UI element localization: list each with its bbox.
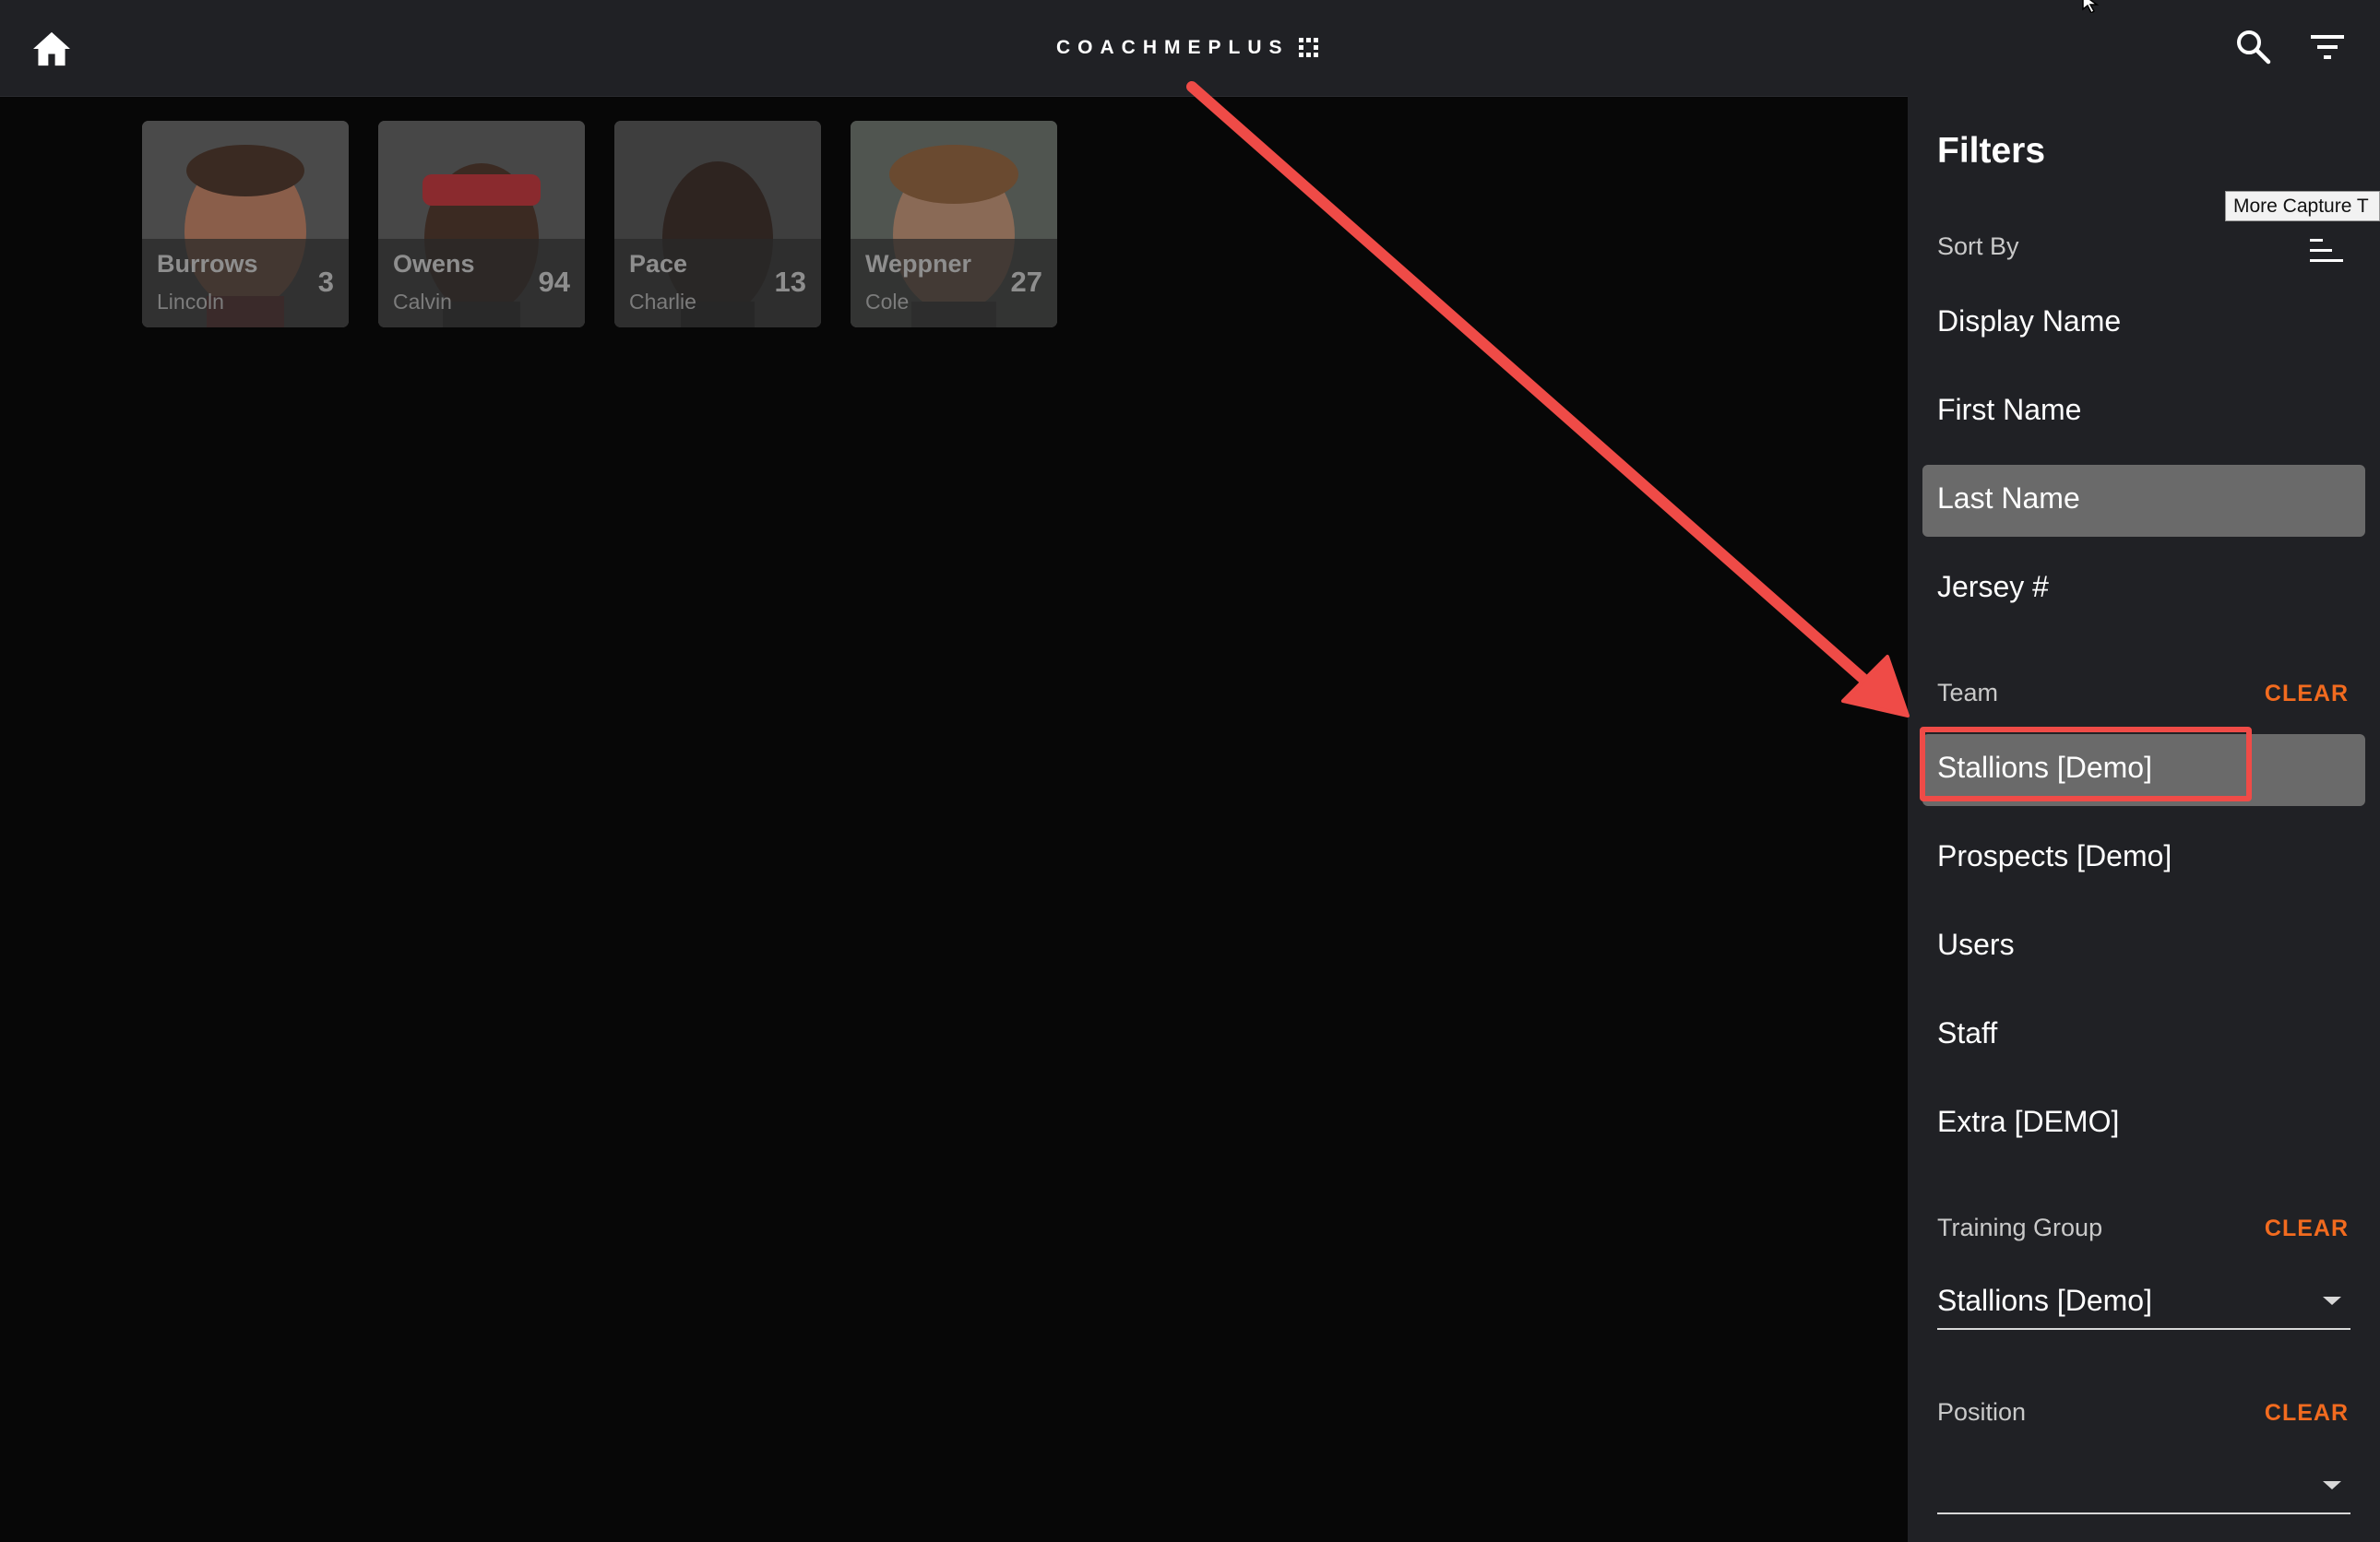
athlete-last-name: Weppner	[865, 250, 972, 278]
filters-title: Filters	[1937, 131, 2046, 171]
sort-option-label: Last Name	[1937, 481, 2080, 515]
tooltip: More Capture T	[2225, 191, 2380, 221]
training-group-clear-button[interactable]: CLEAR	[2265, 1216, 2349, 1242]
training-group-value: Stallions [Demo]	[1937, 1284, 2152, 1317]
sort-option-label: Jersey #	[1937, 570, 2049, 603]
position-clear-button[interactable]: CLEAR	[2265, 1400, 2349, 1427]
sort-option-label: Display Name	[1937, 304, 2122, 338]
athlete-last-name: Pace	[629, 250, 688, 278]
chevron-down-icon	[2323, 1481, 2341, 1489]
sort-by-label: Sort By	[1937, 232, 2019, 260]
top-bar: COACHMEPLUS	[0, 0, 2380, 97]
team-option-label: Staff	[1937, 1016, 1998, 1050]
athlete-card[interactable]: Owens Calvin 94	[378, 121, 585, 327]
team-option-users[interactable]: Users	[1922, 911, 2365, 983]
training-group-select[interactable]: Stallions [Demo]	[1937, 1276, 2350, 1330]
athlete-jersey-number: 27	[1010, 266, 1042, 298]
app-logo: COACHMEPLUS	[1056, 35, 1319, 61]
athlete-card[interactable]: Weppner Cole 27	[851, 121, 1057, 327]
search-icon[interactable]	[2234, 28, 2271, 65]
athlete-last-name: Owens	[393, 250, 475, 278]
sort-option-display-name[interactable]: Display Name	[1922, 288, 2365, 360]
athlete-jersey-number: 3	[317, 266, 334, 298]
chevron-down-icon	[2323, 1297, 2341, 1305]
team-option-label: Prospects [Demo]	[1937, 839, 2172, 872]
team-option-extra[interactable]: Extra [DEMO]	[1922, 1088, 2365, 1160]
athlete-last-name: Burrows	[157, 250, 258, 278]
athlete-jersey-number: 94	[538, 266, 570, 298]
sort-order-icon[interactable]	[2308, 237, 2345, 265]
athlete-jersey-number: 13	[774, 266, 806, 298]
sort-option-jersey[interactable]: Jersey #	[1922, 553, 2365, 625]
athlete-first-name: Lincoln	[157, 290, 224, 314]
logo-text: COACHMEPLUS	[1056, 37, 1290, 58]
home-icon[interactable]	[30, 30, 73, 67]
filters-panel: Filters Sort By Display Name First Name …	[1908, 96, 2380, 1542]
sort-option-first-name[interactable]: First Name	[1922, 376, 2365, 448]
logo-mark-icon	[1298, 38, 1318, 57]
team-clear-button[interactable]: CLEAR	[2265, 681, 2349, 707]
team-option-label: Users	[1937, 928, 2015, 961]
athlete-card[interactable]: Burrows Lincoln 3	[142, 121, 349, 327]
team-label: Team	[1937, 679, 1999, 706]
sort-option-label: First Name	[1937, 393, 2082, 426]
annotation-highlight-box	[1920, 727, 2252, 801]
athlete-first-name: Calvin	[393, 290, 452, 314]
team-option-label: Extra [DEMO]	[1937, 1105, 2120, 1138]
position-select[interactable]	[1937, 1461, 2350, 1514]
athlete-first-name: Cole	[865, 290, 910, 314]
position-label: Position	[1937, 1398, 2027, 1426]
team-option-staff[interactable]: Staff	[1922, 1000, 2365, 1072]
filter-icon[interactable]	[2309, 31, 2346, 63]
team-option-prospects[interactable]: Prospects [Demo]	[1922, 823, 2365, 895]
athlete-first-name: Charlie	[629, 290, 696, 314]
sort-option-last-name[interactable]: Last Name	[1922, 465, 2365, 537]
mouse-cursor-icon	[2082, 0, 2100, 13]
training-group-label: Training Group	[1937, 1214, 2103, 1241]
athlete-card[interactable]: Pace Charlie 13	[614, 121, 821, 327]
